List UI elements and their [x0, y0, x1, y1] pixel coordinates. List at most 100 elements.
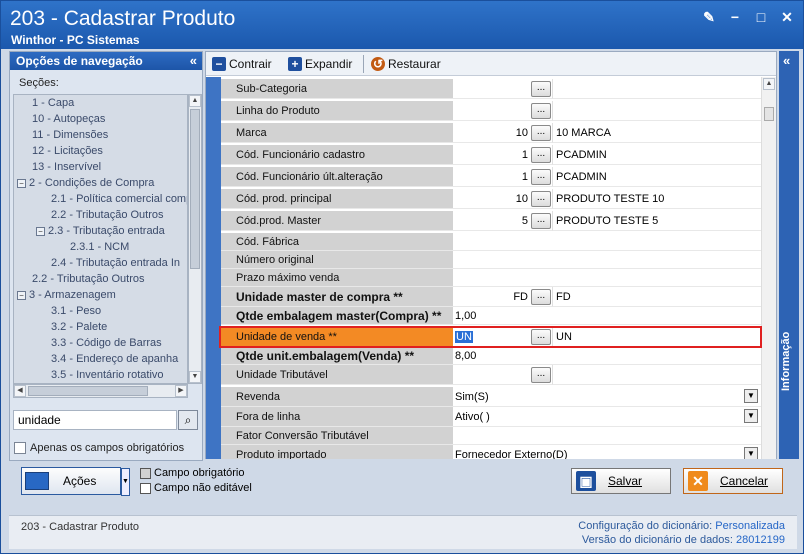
field-label: Marca	[221, 123, 453, 143]
edit-window-icon[interactable]: ✎	[701, 9, 717, 25]
chevron-down-icon[interactable]: ▼	[744, 409, 758, 423]
collapse-node-icon[interactable]: −	[36, 226, 45, 236]
only-required-option[interactable]: Apenas os campos obrigatórios	[14, 442, 184, 454]
scroll-down-icon[interactable]: ▼	[189, 371, 201, 383]
close-button[interactable]: ✕	[779, 9, 795, 25]
field-label: Unidade master de compra **	[221, 287, 453, 307]
scroll-up-icon[interactable]: ▲	[189, 95, 201, 107]
field-value[interactable]	[453, 233, 761, 251]
fields-panel: − Contrair + Expandir ↺ Restaurar Sub-Ca…	[205, 51, 777, 459]
field-value[interactable]: 1,00	[453, 307, 761, 325]
lookup-button[interactable]: ...	[531, 289, 551, 305]
tree-item[interactable]: 3.1 - Peso	[51, 303, 101, 319]
select-value: Sim(S)	[455, 390, 489, 403]
version-label: Versão do dicionário de dados:	[581, 534, 733, 546]
lookup-button[interactable]: ...	[531, 213, 551, 229]
field-label: Fator Conversão Tributável	[221, 427, 453, 445]
fields-grid: Sub-Categoria ... Linha do Produto ... M…	[206, 77, 761, 459]
window-subtitle: Winthor - PC Sistemas	[11, 33, 140, 47]
field-label: Qtde embalagem master(Compra) **	[221, 307, 453, 325]
field-value[interactable]	[453, 251, 761, 269]
grid-vertical-scrollbar[interactable]: ▲	[761, 77, 776, 459]
field-row-prazo: Prazo máximo venda	[221, 269, 761, 287]
tree-item[interactable]: 12 - Licitações	[32, 143, 103, 159]
tree-node-tributacao-entrada[interactable]: −2.3 - Tributação entrada	[36, 223, 165, 239]
scroll-thumb[interactable]	[764, 107, 774, 121]
scroll-thumb[interactable]	[28, 386, 148, 396]
app-window: 203 - Cadastrar Produto Winthor - PC Sis…	[0, 0, 804, 554]
collapse-node-icon[interactable]: −	[17, 290, 26, 300]
only-required-label: Apenas os campos obrigatórios	[30, 442, 185, 454]
tree-item[interactable]: 11 - Dimensões	[32, 127, 108, 143]
lookup-button[interactable]: ...	[531, 147, 551, 163]
lookup-button[interactable]: ...	[531, 191, 551, 207]
search-icon[interactable]: ⌕	[178, 410, 198, 430]
lookup-button[interactable]: ...	[531, 125, 551, 141]
field-label: Cód. Funcionário últ.alteração	[221, 167, 453, 187]
field-row-prod-importado: Produto importado Fornecedor Externo(D) …	[221, 445, 761, 459]
tree-item[interactable]: 2.2 - Tributação Outros	[32, 271, 145, 287]
field-label: Fora de linha	[221, 407, 453, 427]
field-label: Sub-Categoria	[221, 79, 453, 99]
minimize-button[interactable]: −	[727, 9, 743, 25]
field-row-fora-linha: Fora de linha Ativo( ) ▼	[221, 407, 761, 427]
tree-horizontal-scrollbar[interactable]: ◀ ▶	[13, 384, 188, 398]
tree-node-armazenagem[interactable]: −3 - Armazenagem	[17, 287, 116, 303]
lookup-button[interactable]: ...	[531, 81, 551, 97]
tree-item[interactable]: 1 - Capa	[32, 95, 74, 111]
maximize-button[interactable]: □	[753, 9, 769, 25]
restore-button[interactable]: ↺ Restaurar	[371, 56, 441, 72]
only-required-checkbox[interactable]	[14, 442, 26, 454]
tree-item[interactable]: 2.2 - Tributação Outros	[51, 207, 164, 223]
scroll-thumb[interactable]	[190, 109, 200, 269]
collapse-nav-icon[interactable]: «	[190, 53, 197, 68]
info-panel[interactable]: « Informação	[779, 51, 799, 459]
lookup-button[interactable]: ...	[531, 169, 551, 185]
window-title: 203 - Cadastrar Produto	[10, 7, 236, 30]
expand-button[interactable]: + Expandir	[288, 56, 352, 72]
tree-item[interactable]: 3.4 - Endereço de apanha	[51, 351, 178, 367]
collapse-node-icon[interactable]: −	[17, 178, 26, 188]
tree-item[interactable]: 2.3.1 - NCM	[70, 239, 129, 255]
scroll-right-icon[interactable]: ▶	[175, 385, 187, 397]
sections-label: Seções:	[19, 77, 59, 89]
tree-node-condicoes[interactable]: −2 - Condições de Compra	[17, 175, 154, 191]
tree-item[interactable]: 10 - Autopeças	[32, 111, 105, 127]
field-description	[553, 365, 761, 385]
tree-item[interactable]: 3.5 - Inventário rotativo	[51, 367, 164, 383]
legend-label: Campo não editável	[154, 482, 252, 494]
cancel-button[interactable]: ✕ Cancelar	[683, 468, 783, 494]
tree-vertical-scrollbar[interactable]: ▲ ▼	[188, 94, 202, 384]
chevron-down-icon[interactable]: ▼	[744, 447, 758, 459]
collapse-info-icon[interactable]: «	[783, 53, 790, 68]
config-label: Configuração do dicionário:	[578, 520, 713, 532]
tree-item[interactable]: 2.4 - Tributação entrada In	[51, 255, 180, 271]
scroll-left-icon[interactable]: ◀	[14, 385, 26, 397]
prod-importado-select[interactable]: Fornecedor Externo(D) ▼	[453, 445, 761, 459]
collapse-button[interactable]: − Contrair	[212, 56, 272, 72]
save-button[interactable]: ▣ Salvar	[571, 468, 671, 494]
field-row-un-trib: Unidade Tributável ...	[221, 365, 761, 385]
field-value[interactable]: 8,00	[453, 347, 761, 365]
lookup-button[interactable]: ...	[531, 103, 551, 119]
chevron-down-icon[interactable]: ▼	[121, 468, 130, 496]
actions-icon	[25, 472, 49, 490]
field-value[interactable]	[453, 427, 761, 445]
tree-item[interactable]: 3.2 - Palete	[51, 319, 107, 335]
revenda-select[interactable]: Sim(S) ▼	[453, 387, 761, 407]
chevron-down-icon[interactable]: ▼	[744, 389, 758, 403]
tree-item[interactable]: 13 - Inservível	[32, 159, 101, 175]
status-bar: 203 - Cadastrar Produto Configuração do …	[9, 515, 797, 549]
tree-item-label: 2 - Condições de Compra	[29, 177, 155, 189]
section-search-input[interactable]	[13, 410, 177, 430]
title-bar: 203 - Cadastrar Produto Winthor - PC Sis…	[1, 1, 803, 49]
actions-button[interactable]: Ações ▼	[21, 467, 130, 496]
fora-linha-select[interactable]: Ativo( ) ▼	[453, 407, 761, 427]
lookup-button[interactable]: ...	[531, 367, 551, 383]
save-label: Salvar	[608, 474, 643, 488]
field-value[interactable]	[453, 269, 761, 287]
expand-label: Expandir	[305, 57, 353, 71]
scroll-up-icon[interactable]: ▲	[763, 78, 775, 90]
tree-item[interactable]: 3.3 - Código de Barras	[51, 335, 162, 351]
tree-item[interactable]: 2.1 - Política comercial comp	[51, 191, 187, 207]
